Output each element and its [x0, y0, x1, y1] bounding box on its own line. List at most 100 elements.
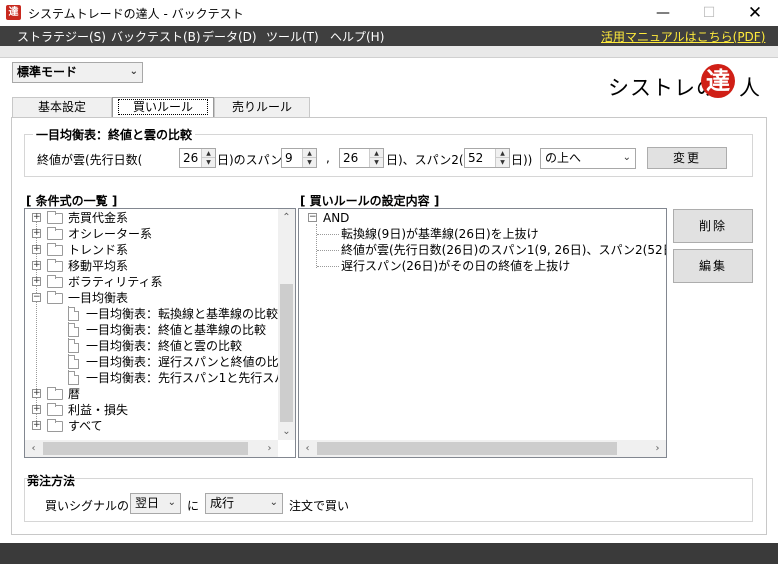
- tree-folder[interactable]: + 移動平均系: [25, 258, 280, 274]
- spin-down-icon[interactable]: ▼: [496, 158, 509, 167]
- app-icon: 達: [6, 5, 21, 20]
- tree-folder[interactable]: + すべて: [25, 418, 280, 434]
- tree-leaf[interactable]: 一目均衡表：終値と雲の比較: [25, 338, 280, 354]
- rule-content-tree[interactable]: − AND 転換線(9日)が基準線(26日)を上抜け 終値が雲(先行日数(26日…: [298, 208, 667, 458]
- scroll-up-icon[interactable]: ⌃: [278, 209, 295, 226]
- expand-icon[interactable]: +: [32, 277, 41, 286]
- spin-down-icon[interactable]: ▼: [303, 158, 316, 167]
- spinner-value: 52: [468, 151, 484, 165]
- menu-tools[interactable]: ツール(T): [266, 28, 319, 45]
- expand-icon[interactable]: +: [32, 261, 41, 270]
- scroll-thumb[interactable]: [280, 284, 293, 422]
- document-icon: [68, 323, 79, 337]
- scroll-thumb[interactable]: [317, 442, 617, 455]
- tree-leaf[interactable]: 一目均衡表：終値と基準線の比較: [25, 322, 280, 338]
- condition-editor-title: 一目均衡表：終値と雲の比較: [33, 126, 196, 143]
- tree-folder[interactable]: + 利益・損失: [25, 402, 280, 418]
- vertical-scrollbar[interactable]: ⌃ ⌄: [278, 209, 295, 440]
- spin-up-icon[interactable]: ▲: [202, 149, 215, 158]
- expand-icon[interactable]: +: [32, 229, 41, 238]
- rule-item[interactable]: 遅行スパン(26日)がその日の終値を上抜け: [299, 258, 664, 274]
- rule-item[interactable]: 転換線(9日)が基準線(26日)を上抜け: [299, 226, 664, 242]
- spin-up-icon[interactable]: ▲: [496, 149, 509, 158]
- collapse-icon[interactable]: −: [32, 293, 41, 302]
- tree-folder[interactable]: + トレンド系: [25, 242, 280, 258]
- span2-spinner[interactable]: 52 ▲ ▼: [464, 148, 510, 168]
- tree-folder[interactable]: + ボラティリティ系: [25, 274, 280, 290]
- spin-up-icon[interactable]: ▲: [303, 149, 316, 158]
- rule-root[interactable]: − AND: [299, 210, 664, 226]
- tree-leaf-label: 一目均衡表：終値と基準線の比較: [86, 323, 267, 337]
- spinner-value: 26: [343, 151, 359, 165]
- horizontal-scrollbar[interactable]: ‹ ›: [25, 440, 278, 457]
- document-icon: [68, 355, 79, 369]
- scroll-right-icon[interactable]: ›: [261, 440, 278, 457]
- document-icon: [68, 339, 79, 353]
- change-button[interactable]: 変更: [647, 147, 727, 169]
- spin-down-icon[interactable]: ▼: [202, 158, 215, 167]
- maximize-button[interactable]: ☐: [686, 0, 732, 26]
- tree-folder-label: 利益・損失: [68, 403, 129, 417]
- tree-leaf-label: 一目均衡表：終値と雲の比較: [86, 339, 243, 353]
- condition-list-tree[interactable]: + 売買代金系 + オシレーター系 + トレンド系 + 移動平均系 + ボラティ…: [24, 208, 296, 458]
- tab-sell-rules[interactable]: 売りルール: [214, 97, 310, 117]
- scroll-left-icon[interactable]: ‹: [299, 440, 316, 457]
- rule-content-title: [ 買いルールの設定内容 ]: [300, 194, 440, 208]
- tree-folder[interactable]: + オシレーター系: [25, 226, 280, 242]
- spin-up-icon[interactable]: ▲: [370, 149, 383, 158]
- menu-bar: ストラテジー(S) バックテスト(B) データ(D) ツール(T) ヘルプ(H)…: [0, 26, 778, 46]
- span1-short-spinner[interactable]: 9 ▲ ▼: [281, 148, 317, 168]
- expand-icon[interactable]: +: [32, 245, 41, 254]
- minimize-button[interactable]: —: [640, 0, 686, 26]
- tree-folder-label: ボラティリティ系: [68, 275, 163, 289]
- scroll-thumb[interactable]: [43, 442, 248, 455]
- tree-folder-label: 移動平均系: [68, 259, 129, 273]
- spin-down-icon[interactable]: ▼: [370, 158, 383, 167]
- edit-button[interactable]: 編集: [673, 249, 753, 283]
- folder-icon: [47, 211, 63, 224]
- expand-icon[interactable]: +: [32, 213, 41, 222]
- order-day-select[interactable]: 翌日 ⌄: [130, 493, 181, 514]
- expand-icon[interactable]: +: [32, 405, 41, 414]
- ni-label: に: [187, 499, 200, 513]
- expand-icon[interactable]: +: [32, 389, 41, 398]
- mode-select[interactable]: 標準モード ⌄: [12, 62, 143, 83]
- tree-folder-label: 一目均衡表: [68, 291, 129, 305]
- horizontal-scrollbar[interactable]: ‹ ›: [299, 440, 666, 457]
- order-type-select[interactable]: 成行 ⌄: [205, 493, 283, 514]
- manual-pdf-link[interactable]: 活用マニュアルはこちら(PDF): [601, 28, 765, 45]
- leading-days-spinner[interactable]: 26 ▲ ▼: [179, 148, 216, 168]
- collapse-icon[interactable]: −: [308, 213, 317, 222]
- spinner-value: 26: [183, 151, 199, 165]
- tree-folder[interactable]: + 暦: [25, 386, 280, 402]
- tree-folder-label: オシレーター系: [68, 227, 153, 241]
- menu-help[interactable]: ヘルプ(H): [330, 28, 384, 45]
- chevron-down-icon: ⌄: [167, 497, 176, 508]
- expand-icon[interactable]: +: [32, 421, 41, 430]
- tab-label: 基本設定: [37, 100, 86, 114]
- menu-data[interactable]: データ(D): [202, 28, 257, 45]
- scroll-right-icon[interactable]: ›: [649, 440, 666, 457]
- tree-folder[interactable]: + 売買代金系: [25, 210, 280, 226]
- rule-item-label: 遅行スパン(26日)がその日の終値を上抜け: [341, 259, 571, 273]
- buy-signal-label: 買いシグナルの: [45, 499, 130, 513]
- tab-basic-settings[interactable]: 基本設定: [12, 97, 112, 117]
- scroll-left-icon[interactable]: ‹: [25, 440, 42, 457]
- close-button[interactable]: ✕: [732, 0, 778, 26]
- menu-strategy[interactable]: ストラテジー(S): [17, 28, 106, 45]
- tab-buy-rules[interactable]: 買いルール: [112, 97, 214, 118]
- tree-leaf[interactable]: 一目均衡表：転換線と基準線の比較: [25, 306, 280, 322]
- condition-label-span2: 日)、スパン2(: [386, 153, 464, 167]
- tree-folder[interactable]: − 一目均衡表: [25, 290, 280, 306]
- menu-backtest[interactable]: バックテスト(B): [111, 28, 201, 45]
- relation-select[interactable]: の上へ ⌄: [540, 148, 636, 169]
- delete-button[interactable]: 削除: [673, 209, 753, 243]
- scroll-down-icon[interactable]: ⌄: [278, 423, 295, 440]
- span1-long-spinner[interactable]: 26 ▲ ▼: [339, 148, 384, 168]
- folder-icon: [47, 403, 63, 416]
- rule-item[interactable]: 終値が雲(先行日数(26日)のスパン1(9, 26日)、スパン2(52日): [299, 242, 666, 258]
- relation-select-value: の上へ: [545, 151, 582, 165]
- tree-leaf[interactable]: 一目均衡表：遅行スパンと終値の比較: [25, 354, 291, 370]
- toolbar-strip: [0, 46, 778, 58]
- tree-leaf[interactable]: 一目均衡表：先行スパン1と先行スパン: [25, 370, 295, 386]
